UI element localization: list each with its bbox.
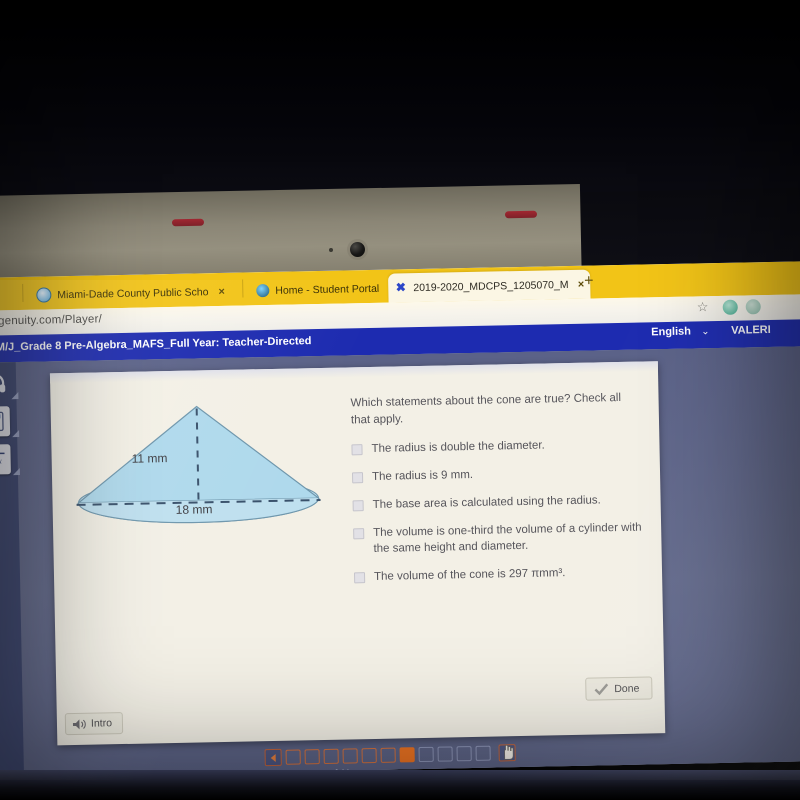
page-dot-11[interactable]: [475, 745, 491, 761]
question-prompt: Which statements about the cone are true…: [350, 391, 622, 427]
page-dot-9[interactable]: [437, 746, 453, 762]
intro-button[interactable]: Intro: [64, 712, 124, 736]
globe-icon: [36, 287, 52, 303]
profile-avatar[interactable]: [745, 299, 761, 315]
done-button-label: Done: [614, 682, 640, 695]
choice-label-5: The volume of the cone is 297 πmm³.: [373, 567, 566, 583]
language-selector-label[interactable]: English: [651, 326, 691, 339]
square-root-icon[interactable]: x: [0, 444, 20, 476]
hand-pointer-cursor: [504, 744, 514, 760]
chevron-down-icon[interactable]: ⌄: [701, 326, 710, 337]
tab-divider: [22, 283, 24, 302]
browser-tab-1[interactable]: Miami-Dade County Public Scho ×: [30, 276, 253, 309]
cone-diagram: 11 mm 18 mm: [68, 390, 341, 545]
question-card: 11 mm 18 mm Which statements about the c…: [49, 361, 666, 746]
page-dot-6[interactable]: [380, 747, 396, 763]
calculator-icon[interactable]: [0, 406, 20, 438]
tool-corner-marker: [12, 430, 20, 438]
browser-tab-2-label: Home - Student Portal: [275, 282, 380, 297]
choice-label-4: The volume is one-third the volume of a …: [373, 521, 642, 555]
choice-label-1: The radius is double the diameter.: [371, 439, 545, 455]
headphones-icon[interactable]: [0, 368, 19, 400]
bookmark-star-icon[interactable]: ☆: [697, 299, 709, 315]
bezel-slot-right: [504, 210, 538, 219]
choice-label-2: The radius is 9 mm.: [371, 468, 474, 483]
checkbox-5[interactable]: [353, 572, 366, 584]
browser-tab-3-active[interactable]: ✖ 2019-2020_MDCPS_1205070_M ×: [387, 269, 591, 303]
url-text[interactable]: rn.edgenuity.com/Player/: [0, 313, 102, 328]
page-dot-4[interactable]: [342, 748, 358, 764]
x-icon: ✖: [395, 280, 406, 295]
square-root-glyph: x: [0, 452, 5, 469]
next-page-button[interactable]: [498, 744, 516, 762]
laptop-screen: × Miami-Dade County Public Scho × Home -…: [0, 260, 800, 778]
choice-row-3[interactable]: The base area is calculated using the ra…: [352, 492, 642, 514]
tab-close-icon[interactable]: ×: [218, 285, 225, 297]
app-body: x: [0, 345, 800, 778]
prev-page-button[interactable]: [264, 748, 282, 767]
new-tab-button[interactable]: +: [584, 272, 594, 289]
checkbox-1[interactable]: [351, 444, 363, 456]
extension-icon[interactable]: [722, 299, 738, 315]
browser-tab-3-label: 2019-2020_MDCPS_1205070_M: [413, 278, 568, 294]
page-dot-8[interactable]: [418, 746, 434, 763]
choice-row-4[interactable]: The volume is one-third the volume of a …: [353, 520, 644, 558]
browser-tab-1-label: Miami-Dade County Public Scho: [57, 285, 209, 301]
question-area: Which statements about the cone are true…: [350, 390, 644, 598]
intro-button-label: Intro: [90, 717, 113, 730]
page-dot-10[interactable]: [456, 746, 472, 762]
checkbox-3[interactable]: [352, 500, 364, 512]
choice-row-2[interactable]: The radius is 9 mm.: [351, 464, 642, 486]
course-title: 070_M/J_Grade 8 Pre-Algebra_MAFS_Full Ye…: [0, 335, 312, 354]
choice-row-5[interactable]: The volume of the cone is 297 πmm³.: [353, 564, 644, 586]
globe-icon: [256, 283, 270, 298]
page-dot-7-current[interactable]: [399, 747, 415, 763]
speaker-icon: [72, 718, 86, 729]
user-name-label[interactable]: VALERI: [731, 324, 771, 337]
svg-text:x: x: [0, 456, 2, 465]
page-dot-2[interactable]: [304, 749, 320, 765]
tool-corner-marker: [12, 468, 20, 476]
microphone-icon: [329, 248, 333, 252]
pagination-controls: [264, 744, 516, 767]
cone-height-label: 11 mm: [131, 451, 168, 466]
checkbox-2[interactable]: [351, 472, 364, 484]
calculator-glyph: [0, 411, 4, 432]
tool-corner-marker: [11, 392, 19, 400]
photo-dark-surround-top: [0, 0, 800, 200]
cone-svg: [76, 405, 321, 524]
page-dot-1[interactable]: [285, 749, 301, 765]
triangle-left-icon: [270, 753, 276, 762]
bezel-slot-left: [171, 218, 205, 227]
page-dot-5[interactable]: [361, 747, 377, 764]
headphones-glyph: [0, 373, 6, 393]
photo-dark-surround-bottom: [0, 770, 800, 800]
done-button[interactable]: Done: [585, 676, 653, 701]
choice-row-1[interactable]: The radius is double the diameter.: [351, 436, 641, 458]
checkmark-icon: [594, 683, 609, 695]
checkbox-4[interactable]: [353, 528, 365, 540]
cone-diameter-label: 18 mm: [175, 502, 213, 517]
photo-of-laptop-screen: × Miami-Dade County Public Scho × Home -…: [0, 0, 800, 800]
choice-label-3: The base area is calculated using the ra…: [372, 494, 601, 511]
page-dot-3[interactable]: [323, 748, 339, 764]
